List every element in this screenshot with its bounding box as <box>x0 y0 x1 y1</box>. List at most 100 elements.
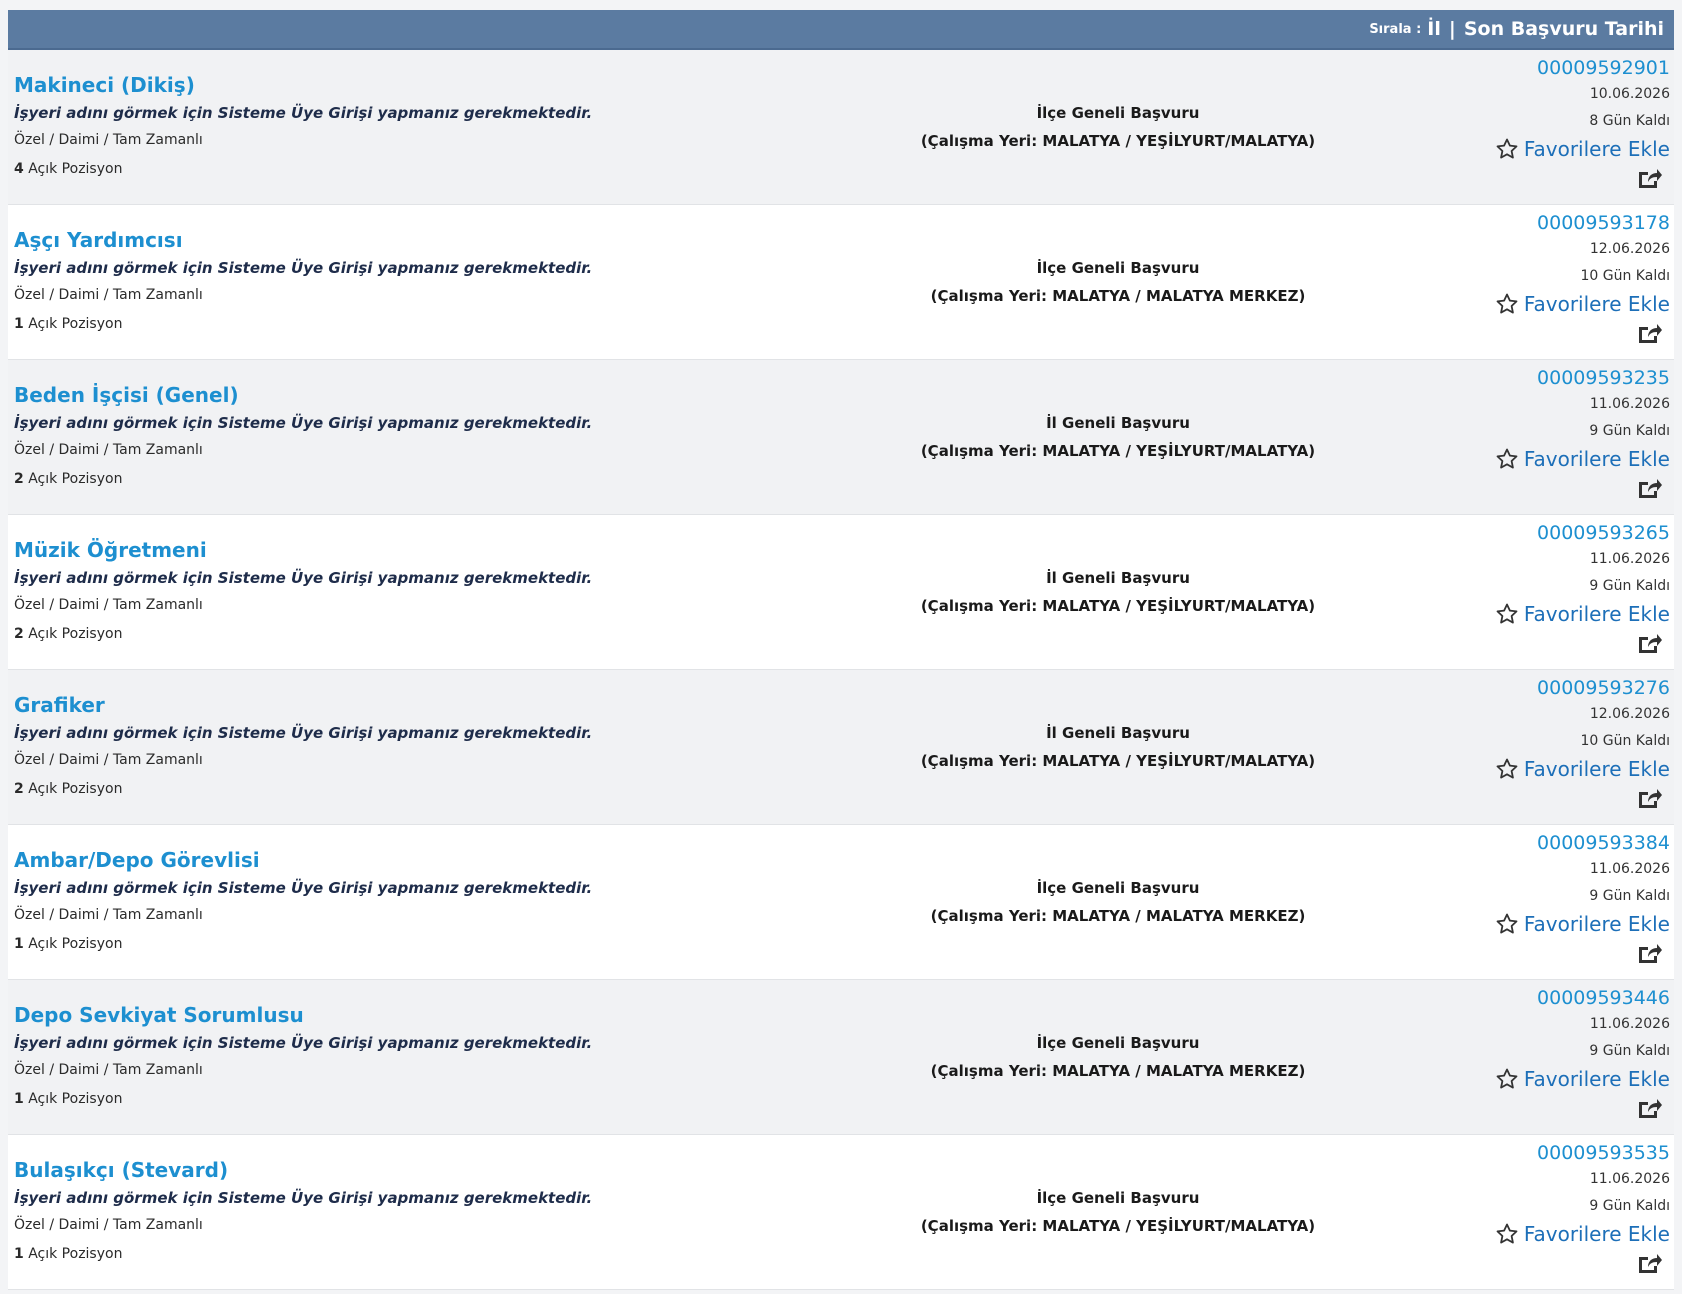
add-favorite-button[interactable]: Favorilere Ekle <box>1410 1221 1670 1247</box>
share-button[interactable] <box>1410 1096 1670 1120</box>
employment-type: Özel / Daimi / Tam Zamanlı <box>14 1062 203 1078</box>
share-button[interactable] <box>1410 476 1670 500</box>
add-favorite-button[interactable]: Favorilere Ekle <box>1410 291 1670 317</box>
job-info: Makineci (Dikiş) İşyeri adını görmek içi… <box>14 70 714 179</box>
job-location-block: İl Geneli Başvuru (Çalışma Yeri: MALATYA… <box>828 567 1408 617</box>
job-list: Makineci (Dikiş) İşyeri adını görmek içi… <box>8 50 1674 1290</box>
open-positions: 4 Açık Pozisyon <box>14 159 714 179</box>
application-scope: İlçe Geneli Başvuru <box>1036 1189 1200 1207</box>
star-outline-icon <box>1496 138 1518 159</box>
employer-hidden-notice: İşyeri adını görmek için Sisteme Üye Gir… <box>14 414 593 432</box>
job-title-link[interactable]: Beden İşçisi (Genel) <box>14 380 714 410</box>
job-number-link[interactable]: 00009593384 <box>1410 831 1670 855</box>
job-number-link[interactable]: 00009593178 <box>1410 211 1670 235</box>
share-button[interactable] <box>1410 166 1670 190</box>
job-title-link[interactable]: Makineci (Dikiş) <box>14 70 714 100</box>
employment-type: Özel / Daimi / Tam Zamanlı <box>14 442 203 458</box>
days-left: 9 Gün Kaldı <box>1589 423 1670 439</box>
employment-type: Özel / Daimi / Tam Zamanlı <box>14 1217 203 1233</box>
add-favorite-button[interactable]: Favorilere Ekle <box>1410 446 1670 472</box>
share-button[interactable] <box>1410 321 1670 345</box>
job-side-info: 00009593384 11.06.2026 9 Gün Kaldı Favor… <box>1410 831 1670 965</box>
add-favorite-label: Favorilere Ekle <box>1523 137 1670 161</box>
job-row: Müzik Öğretmeni İşyeri adını görmek için… <box>8 515 1674 670</box>
job-number-link[interactable]: 00009593446 <box>1410 986 1670 1010</box>
open-positions-label: Açık Pozisyon <box>28 626 123 642</box>
work-location: (Çalışma Yeri: MALATYA / MALATYA MERKEZ) <box>930 287 1306 305</box>
share-button[interactable] <box>1410 941 1670 965</box>
job-title-link[interactable]: Bulaşıkçı (Stevard) <box>14 1155 714 1185</box>
employment-type: Özel / Daimi / Tam Zamanlı <box>14 597 203 613</box>
job-info: Depo Sevkiyat Sorumlusu İşyeri adını gör… <box>14 1000 714 1109</box>
sort-separator: | <box>1448 18 1456 40</box>
add-favorite-button[interactable]: Favorilere Ekle <box>1410 756 1670 782</box>
job-title-link[interactable]: Depo Sevkiyat Sorumlusu <box>14 1000 714 1030</box>
application-scope: İl Geneli Başvuru <box>1046 724 1190 742</box>
deadline-date: 11.06.2026 <box>1589 1171 1670 1187</box>
star-outline-icon <box>1496 448 1518 469</box>
application-scope: İl Geneli Başvuru <box>1046 569 1190 587</box>
star-outline-icon <box>1496 293 1518 314</box>
open-positions-count: 1 <box>14 1091 24 1107</box>
job-number-link[interactable]: 00009593276 <box>1410 676 1670 700</box>
employer-hidden-notice: İşyeri adını görmek için Sisteme Üye Gir… <box>14 1189 593 1207</box>
share-icon <box>1639 789 1662 808</box>
job-number-link[interactable]: 00009593265 <box>1410 521 1670 545</box>
employer-hidden-notice: İşyeri adını görmek için Sisteme Üye Gir… <box>14 569 593 587</box>
job-number-link[interactable]: 00009592901 <box>1410 56 1670 80</box>
job-row: Makineci (Dikiş) İşyeri adını görmek içi… <box>8 50 1674 205</box>
application-scope: İlçe Geneli Başvuru <box>1036 259 1200 277</box>
days-left: 9 Gün Kaldı <box>1589 1043 1670 1059</box>
share-icon <box>1639 324 1662 343</box>
share-button[interactable] <box>1410 786 1670 810</box>
work-location: (Çalışma Yeri: MALATYA / YEŞİLYURT/MALAT… <box>920 752 1316 770</box>
work-location: (Çalışma Yeri: MALATYA / YEŞİLYURT/MALAT… <box>920 1217 1316 1235</box>
employment-type: Özel / Daimi / Tam Zamanlı <box>14 287 203 303</box>
open-positions: 1 Açık Pozisyon <box>14 1244 714 1264</box>
job-side-info: 00009593265 11.06.2026 9 Gün Kaldı Favor… <box>1410 521 1670 655</box>
work-location: (Çalışma Yeri: MALATYA / YEŞİLYURT/MALAT… <box>920 442 1316 460</box>
job-info: Ambar/Depo Görevlisi İşyeri adını görmek… <box>14 845 714 954</box>
open-positions: 1 Açık Pozisyon <box>14 314 714 334</box>
open-positions-count: 2 <box>14 471 24 487</box>
share-button[interactable] <box>1410 631 1670 655</box>
add-favorite-label: Favorilere Ekle <box>1523 447 1670 471</box>
job-title-link[interactable]: Grafiker <box>14 690 714 720</box>
open-positions: 1 Açık Pozisyon <box>14 934 714 954</box>
job-title-link[interactable]: Aşçı Yardımcısı <box>14 225 714 255</box>
job-number-link[interactable]: 00009593235 <box>1410 366 1670 390</box>
job-location-block: İlçe Geneli Başvuru (Çalışma Yeri: MALAT… <box>828 102 1408 152</box>
job-location-block: İl Geneli Başvuru (Çalışma Yeri: MALATYA… <box>828 722 1408 772</box>
open-positions: 2 Açık Pozisyon <box>14 469 714 489</box>
open-positions-count: 1 <box>14 316 24 332</box>
add-favorite-button[interactable]: Favorilere Ekle <box>1410 911 1670 937</box>
work-location: (Çalışma Yeri: MALATYA / YEŞİLYURT/MALAT… <box>920 597 1316 615</box>
sort-by-deadline[interactable]: Son Başvuru Tarihi <box>1464 18 1664 40</box>
sort-by-province[interactable]: İl <box>1427 18 1441 40</box>
employer-hidden-notice: İşyeri adını görmek için Sisteme Üye Gir… <box>14 259 593 277</box>
days-left: 10 Gün Kaldı <box>1580 733 1671 749</box>
days-left: 8 Gün Kaldı <box>1589 113 1670 129</box>
job-row: Grafiker İşyeri adını görmek için Sistem… <box>8 670 1674 825</box>
open-positions-label: Açık Pozisyon <box>28 936 123 952</box>
application-scope: İlçe Geneli Başvuru <box>1036 879 1200 897</box>
job-row: Ambar/Depo Görevlisi İşyeri adını görmek… <box>8 825 1674 980</box>
days-left: 9 Gün Kaldı <box>1589 578 1670 594</box>
job-title-link[interactable]: Ambar/Depo Görevlisi <box>14 845 714 875</box>
add-favorite-button[interactable]: Favorilere Ekle <box>1410 1066 1670 1092</box>
share-button[interactable] <box>1410 1251 1670 1275</box>
add-favorite-button[interactable]: Favorilere Ekle <box>1410 136 1670 162</box>
star-outline-icon <box>1496 758 1518 779</box>
job-row: Aşçı Yardımcısı İşyeri adını görmek için… <box>8 205 1674 360</box>
add-favorite-label: Favorilere Ekle <box>1523 1067 1670 1091</box>
job-side-info: 00009593446 11.06.2026 9 Gün Kaldı Favor… <box>1410 986 1670 1120</box>
add-favorite-label: Favorilere Ekle <box>1523 292 1670 316</box>
open-positions-label: Açık Pozisyon <box>28 316 123 332</box>
job-title-link[interactable]: Müzik Öğretmeni <box>14 535 714 565</box>
deadline-date: 11.06.2026 <box>1589 396 1670 412</box>
application-scope: İl Geneli Başvuru <box>1046 414 1190 432</box>
job-row: Beden İşçisi (Genel) İşyeri adını görmek… <box>8 360 1674 515</box>
add-favorite-button[interactable]: Favorilere Ekle <box>1410 601 1670 627</box>
job-number-link[interactable]: 00009593535 <box>1410 1141 1670 1165</box>
open-positions-count: 2 <box>14 626 24 642</box>
